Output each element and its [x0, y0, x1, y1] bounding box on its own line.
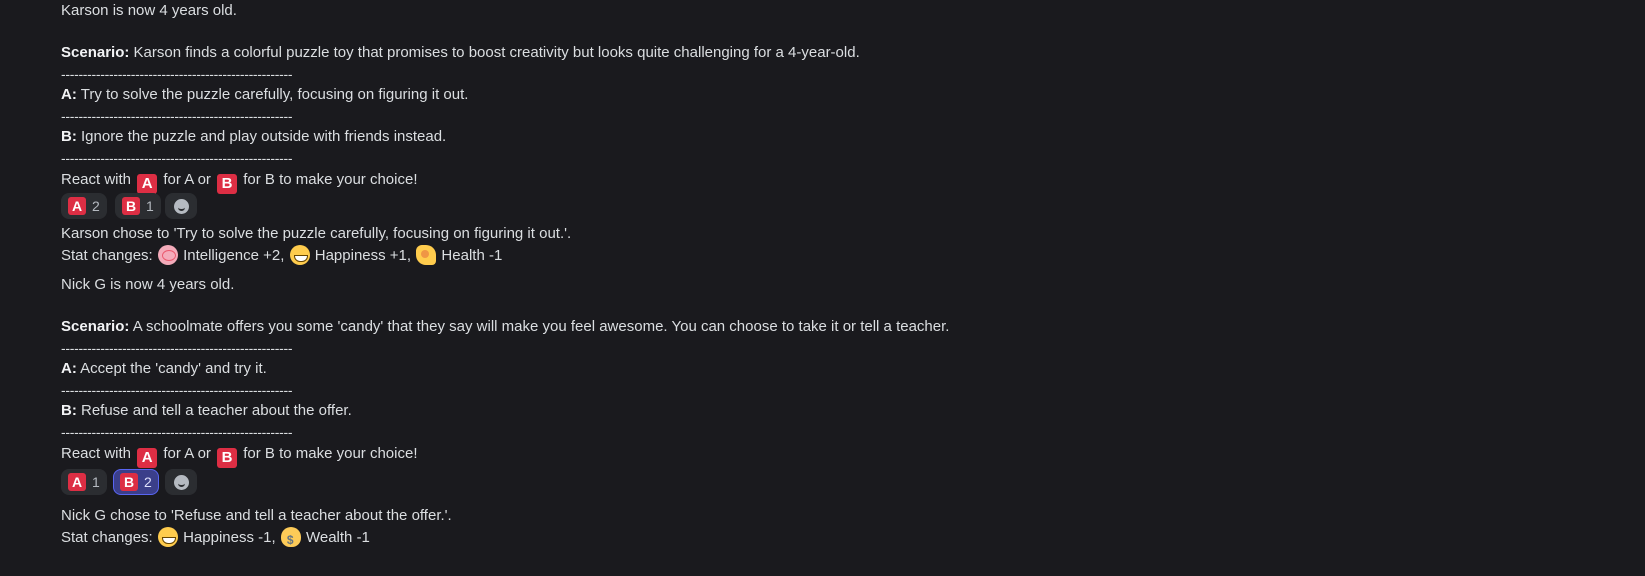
divider: ----------------------------------------… — [61, 150, 293, 166]
divider: ----------------------------------------… — [61, 382, 293, 398]
react-suffix: for B to make your choice! — [243, 445, 418, 462]
stat-wealth: Wealth -1 — [305, 529, 370, 546]
react-instruction: React with A for A or B for B to make yo… — [61, 443, 1561, 468]
grinning-face-icon — [157, 527, 178, 547]
scenario-label: Scenario: — [61, 318, 130, 335]
react-prefix: React with — [61, 445, 132, 462]
reaction-count: 2 — [144, 474, 152, 490]
add-reaction-button[interactable] — [165, 469, 197, 495]
stat-changes: Stat changes: Happiness -1, Wealth -1 — [61, 527, 1561, 551]
regional-a-icon: A — [137, 174, 158, 194]
regional-b-icon: B — [120, 473, 138, 491]
option-a-line: A: Accept the 'candy' and try it. — [61, 358, 1561, 380]
divider: ----------------------------------------… — [61, 66, 293, 82]
divider: ----------------------------------------… — [61, 424, 293, 440]
add-reaction-icon — [173, 198, 189, 214]
money-bag-icon — [280, 527, 301, 551]
regional-a-icon: A — [68, 197, 86, 215]
reaction-count: 1 — [146, 198, 154, 214]
choice-result: Karson chose to 'Try to solve the puzzle… — [61, 225, 572, 242]
age-announcement: Nick G is now 4 years old. — [61, 276, 235, 293]
reaction-b-button[interactable]: B 2 — [113, 469, 159, 495]
react-suffix: for B to make your choice! — [243, 171, 418, 188]
option-b-label: B: — [61, 128, 77, 145]
regional-b-icon: B — [122, 197, 140, 215]
option-a-label: A: — [61, 86, 77, 103]
divider: ----------------------------------------… — [61, 108, 293, 124]
regional-b-icon: B — [217, 174, 238, 194]
regional-a-icon: A — [68, 473, 86, 491]
choice-result: Nick G chose to 'Refuse and tell a teach… — [61, 507, 452, 524]
reaction-b-button[interactable]: B 1 — [115, 193, 161, 219]
scenario-label: Scenario: — [61, 44, 130, 61]
reaction-count: 1 — [92, 474, 100, 490]
option-b-text: Refuse and tell a teacher about the offe… — [76, 402, 352, 419]
bot-message-karson: Karson is now 4 years old. Scenario: Kar… — [61, 0, 1561, 267]
scenario-line: Scenario: Karson finds a colorful puzzle… — [61, 42, 1561, 64]
age-announcement: Karson is now 4 years old. — [61, 2, 237, 19]
grinning-face-icon — [289, 245, 310, 265]
reactions-bar: A 1 B 2 — [61, 469, 1561, 499]
reaction-a-button[interactable]: A 1 — [61, 469, 107, 495]
reaction-a-button[interactable]: A 2 — [61, 193, 107, 219]
stat-health: Health -1 — [441, 247, 503, 264]
scenario-line: Scenario: A schoolmate offers you some '… — [61, 316, 1561, 338]
flexed-biceps-icon — [416, 245, 437, 265]
option-b-line: B: Ignore the puzzle and play outside wi… — [61, 126, 1561, 148]
option-a-text: Try to solve the puzzle carefully, focus… — [76, 86, 469, 103]
regional-a-icon: A — [137, 448, 158, 468]
divider: ----------------------------------------… — [61, 340, 293, 356]
stat-changes: Stat changes: Intelligence +2, Happiness… — [61, 245, 1561, 267]
reaction-count: 2 — [92, 198, 100, 214]
bot-message-nick: Nick G is now 4 years old. Scenario: A s… — [61, 274, 1561, 551]
option-b-line: B: Refuse and tell a teacher about the o… — [61, 400, 1561, 422]
stat-prefix: Stat changes: — [61, 529, 153, 546]
scenario-text: A schoolmate offers you some 'candy' tha… — [129, 318, 950, 335]
add-reaction-icon — [173, 474, 189, 490]
react-mid: for A or — [163, 445, 211, 462]
option-a-line: A: Try to solve the puzzle carefully, fo… — [61, 84, 1561, 106]
option-b-label: B: — [61, 402, 77, 419]
brain-icon — [157, 245, 178, 265]
stat-happiness: Happiness +1, — [314, 247, 412, 264]
stat-happiness: Happiness -1, — [183, 529, 276, 546]
react-instruction: React with A for A or B for B to make yo… — [61, 169, 1561, 194]
react-mid: for A or — [163, 171, 211, 188]
option-a-text: Accept the 'candy' and try it. — [76, 360, 267, 377]
react-prefix: React with — [61, 171, 132, 188]
scenario-text: Karson finds a colorful puzzle toy that … — [129, 44, 860, 61]
option-a-label: A: — [61, 360, 77, 377]
reactions-bar: A 2 B 1 — [61, 193, 1561, 223]
stat-prefix: Stat changes: — [61, 247, 153, 264]
stat-intelligence: Intelligence +2, — [183, 247, 285, 264]
regional-b-icon: B — [217, 448, 238, 468]
option-b-text: Ignore the puzzle and play outside with … — [76, 128, 447, 145]
add-reaction-button[interactable] — [165, 193, 197, 219]
